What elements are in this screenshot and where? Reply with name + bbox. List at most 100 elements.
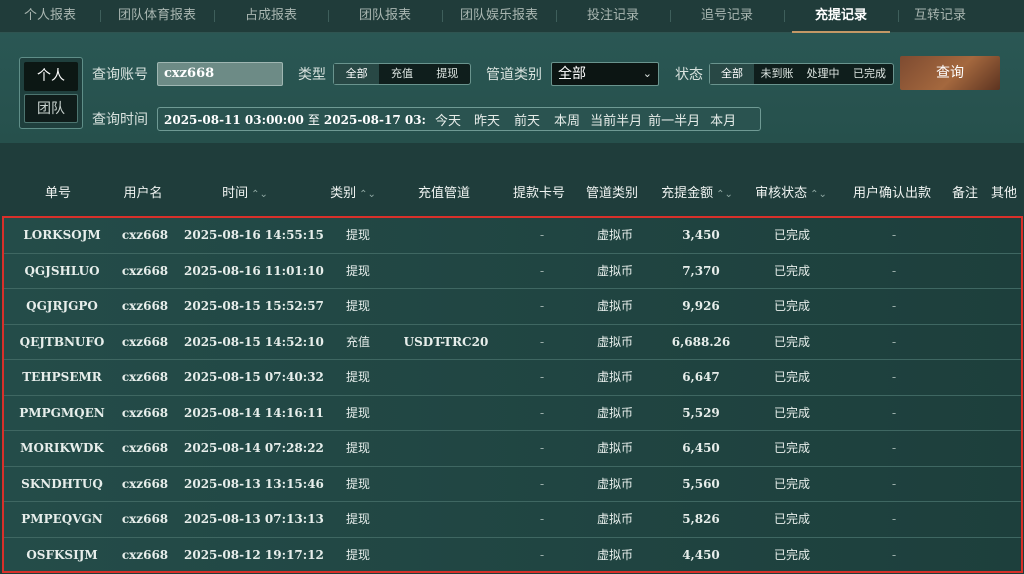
table-row[interactable]: PMPGMQEN cxz668 2025-08-14 14:16:11 提现 - 虚拟币 5… — [4, 396, 1021, 431]
cell-amount: 6,450 — [682, 441, 720, 455]
table-row[interactable]: PMPEQVGN cxz668 2025-08-13 07:13:13 提现 - 虚拟币 5… — [4, 502, 1021, 538]
tab-deposit-withdraw-records[interactable]: 充提记录 — [784, 0, 898, 33]
account-input[interactable]: cxz668 — [157, 62, 283, 86]
col-review-status[interactable]: 审核状态 ⌃⌄ — [748, 176, 834, 212]
tab-personal-report[interactable]: 个人报表 — [0, 0, 100, 32]
tab-team-entertainment-report[interactable]: 团队娱乐报表 — [442, 0, 556, 32]
table-row[interactable]: QGJSHLUO cxz668 2025-08-16 11:01:10 提现 - 虚拟币 7… — [4, 254, 1021, 289]
cell-type: 提现 — [345, 370, 370, 384]
type-option-all[interactable]: 全部 — [334, 64, 380, 84]
cell-id: MORIKWDK — [20, 441, 104, 455]
cell-user: cxz668 — [121, 228, 169, 242]
col-time[interactable]: 时间 ⌃⌄ — [200, 176, 290, 212]
search-button[interactable]: 查询 — [900, 56, 1000, 90]
cell-time: 2025-08-13 13:15:46 — [184, 476, 324, 491]
status-label: 状态 — [675, 67, 703, 83]
cell-id: PMPEQVGN — [21, 512, 103, 526]
cell-confirm: - — [891, 228, 897, 242]
channel-type-select[interactable]: 全部 ⌄ — [551, 62, 659, 86]
cell-status: 已完成 — [773, 370, 810, 384]
quick-today[interactable]: 今天 — [435, 110, 461, 129]
cell-card: - — [539, 441, 545, 455]
mode-team-button[interactable]: 团队 — [24, 94, 78, 123]
cell-channel — [390, 360, 502, 395]
cell-channel — [390, 254, 502, 289]
quick-previous-half-month[interactable]: 前一半月 — [648, 110, 700, 129]
cell-status: 已完成 — [773, 547, 810, 562]
type-option-deposit[interactable]: 充值 — [379, 64, 424, 84]
table-row[interactable]: TEHPSEMR cxz668 2025-08-15 07:40:32 提现 - 虚拟币 6… — [4, 360, 1021, 396]
cell-time: 2025-08-15 14:52:10 — [184, 334, 324, 349]
cell-status: 已完成 — [773, 405, 810, 420]
cell-amount: 5,529 — [682, 405, 720, 420]
cell-status: 已完成 — [773, 512, 810, 526]
tab-chase-records[interactable]: 追号记录 — [670, 0, 784, 32]
quick-this-week[interactable]: 本周 — [554, 110, 580, 129]
status-option-all[interactable]: 全部 — [710, 64, 754, 84]
col-remark: 备注 — [951, 186, 978, 201]
status-option-completed[interactable]: 已完成 — [846, 64, 893, 84]
table-row[interactable]: MORIKWDK cxz668 2025-08-14 07:28:22 提现 - 虚拟币 6… — [4, 431, 1021, 467]
col-amount[interactable]: 充提金额 ⌃⌄ — [652, 176, 742, 212]
cell-confirm: - — [891, 476, 897, 491]
cell-time: 2025-08-12 19:17:12 — [184, 547, 324, 562]
col-username: 用户名 — [123, 186, 163, 201]
cell-confirm: - — [891, 405, 897, 420]
sort-icon: ⌃⌄ — [810, 189, 827, 200]
cell-card: - — [539, 228, 545, 242]
mode-personal-button[interactable]: 个人 — [24, 62, 78, 91]
quick-day-before[interactable]: 前天 — [514, 110, 540, 129]
cell-time: 2025-08-15 15:52:57 — [184, 299, 324, 313]
cell-id: QGJRJGPO — [26, 299, 98, 313]
report-tabs: 个人报表 团队体育报表 占成报表 团队报表 团队娱乐报表 投注记录 追号记录 充… — [0, 0, 1024, 33]
quick-yesterday[interactable]: 昨天 — [474, 110, 500, 129]
tab-bet-records[interactable]: 投注记录 — [556, 0, 670, 32]
tab-team-sports-report[interactable]: 团队体育报表 — [100, 0, 214, 32]
col-other: 其他 — [990, 186, 1017, 201]
tab-team-report[interactable]: 团队报表 — [328, 0, 442, 32]
cell-channel-type: 虚拟币 — [596, 441, 633, 455]
cell-confirm: - — [891, 263, 897, 278]
col-category[interactable]: 类别 ⌃⌄ — [318, 176, 388, 212]
cell-type: 提现 — [345, 405, 370, 420]
status-option-processing[interactable]: 处理中 — [800, 64, 846, 84]
table-row[interactable]: QGJRJGPO cxz668 2025-08-15 15:52:57 提现 - 虚拟币 9… — [4, 289, 1021, 325]
table-row[interactable]: QEJTBNUFO cxz668 2025-08-15 14:52:10 充值 USDT… — [4, 325, 1021, 360]
table-row[interactable]: LORKSOJM cxz668 2025-08-16 14:55:15 提现 - 虚拟币 3… — [4, 218, 1021, 254]
cell-channel-type: 虚拟币 — [596, 228, 633, 242]
sort-icon: ⌃⌄ — [251, 189, 268, 200]
cell-time: 2025-08-13 07:13:13 — [184, 512, 324, 526]
date-range-input[interactable]: 2025-08-11 03:00:00至2025-08-17 03:00:00 — [158, 111, 426, 128]
col-withdraw-card: 提款卡号 — [512, 186, 565, 201]
cell-confirm: - — [891, 441, 897, 455]
cell-status: 已完成 — [773, 228, 810, 242]
cell-user: cxz668 — [121, 512, 169, 526]
cell-user: cxz668 — [121, 405, 169, 420]
cell-channel — [390, 431, 502, 466]
cell-channel — [390, 396, 502, 431]
table-row[interactable]: SKNDHTUQ cxz668 2025-08-13 13:15:46 提现 - 虚拟币 5… — [4, 467, 1021, 502]
mode-switch: 个人 团队 — [19, 57, 83, 129]
quick-this-month[interactable]: 本月 — [710, 110, 736, 129]
cell-user: cxz668 — [121, 334, 169, 349]
records-table: LORKSOJM cxz668 2025-08-16 14:55:15 提现 - 虚拟币 3… — [2, 216, 1023, 573]
type-option-withdraw[interactable]: 提现 — [425, 64, 470, 84]
cell-user: cxz668 — [121, 299, 169, 313]
quick-current-half-month[interactable]: 当前半月 — [590, 110, 642, 129]
cell-user: cxz668 — [121, 476, 169, 491]
table-row[interactable]: OSFKSIJM cxz668 2025-08-12 19:17:12 提现 - 虚拟币 4… — [4, 538, 1021, 574]
status-option-not-arrived[interactable]: 未到账 — [754, 64, 800, 84]
tab-share-report[interactable]: 占成报表 — [214, 0, 328, 32]
cell-channel-type: 虚拟币 — [596, 370, 633, 384]
cell-id: LORKSOJM — [23, 228, 101, 242]
cell-confirm: - — [891, 512, 897, 526]
cell-channel — [390, 218, 502, 253]
tab-transfer-records[interactable]: 互转记录 — [898, 0, 982, 32]
col-user-confirm: 用户确认出款 — [852, 186, 931, 201]
col-deposit-channel: 充值管道 — [417, 186, 470, 201]
cell-channel-type: 虚拟币 — [596, 263, 633, 278]
cell-channel-type: 虚拟币 — [596, 299, 633, 313]
account-label: 查询账号 — [92, 67, 148, 83]
cell-card: - — [539, 370, 545, 384]
chevron-down-icon: ⌄ — [642, 67, 652, 80]
